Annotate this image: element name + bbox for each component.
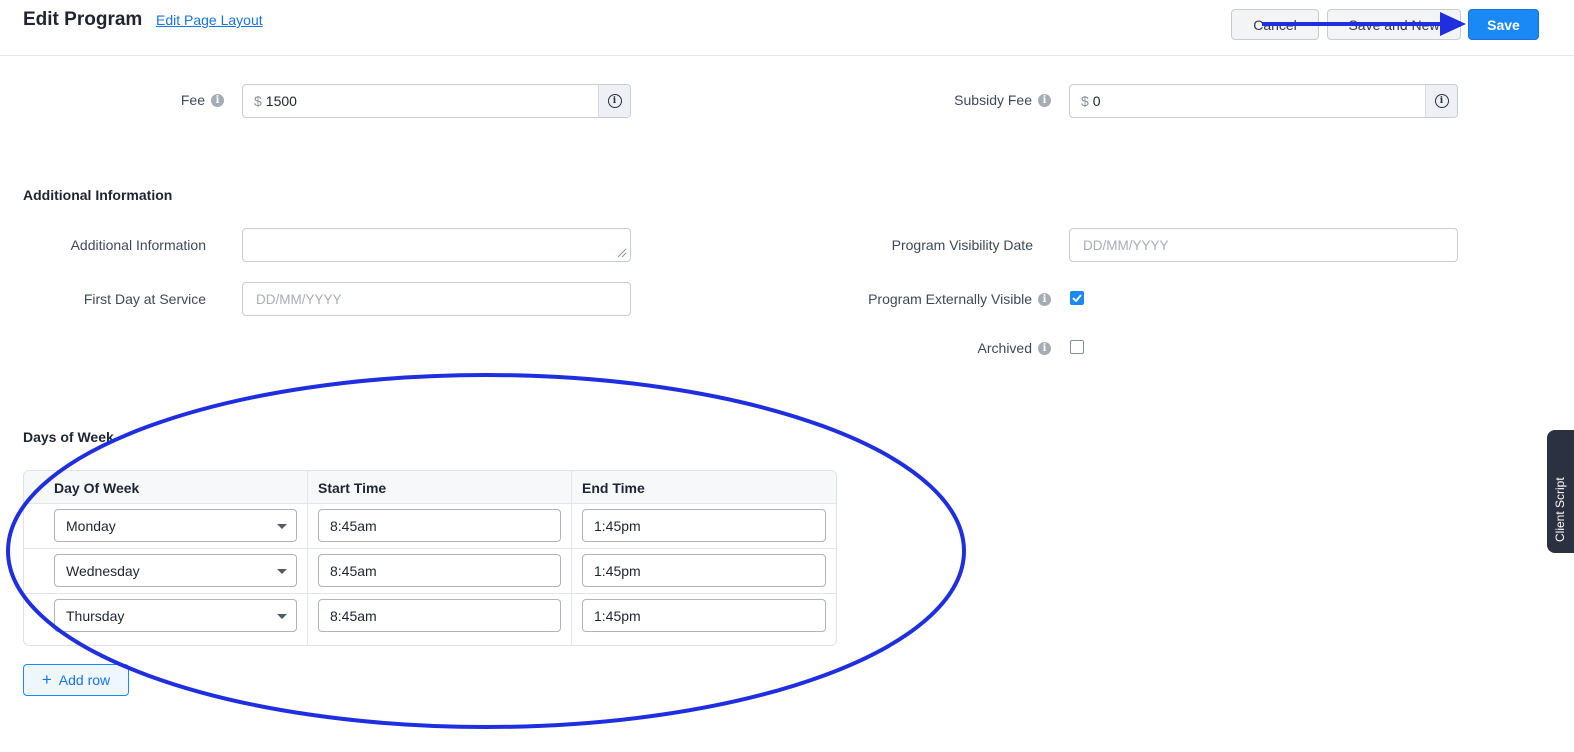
archived-label: Archived i	[978, 340, 1051, 356]
archived-label-text: Archived	[977, 340, 1032, 356]
externally-visible-label: Program Externally Visible i	[868, 291, 1051, 307]
column-header-day: Day Of Week	[54, 480, 140, 496]
start-time-input-row-3[interactable]: 8:45am	[318, 599, 561, 632]
first-day-placeholder: DD/MM/YYYY	[256, 291, 342, 307]
day-select-value: Wednesday	[66, 562, 140, 579]
subsidy-fee-input[interactable]: $ 0 i	[1069, 84, 1458, 118]
additional-information-textarea[interactable]	[242, 228, 631, 262]
row-divider	[24, 548, 836, 549]
info-icon[interactable]: i	[211, 93, 224, 107]
fee-label-text: Fee	[180, 92, 205, 108]
column-divider	[307, 471, 308, 645]
edit-page-layout-link[interactable]: Edit Page Layout	[156, 12, 263, 28]
subsidy-fee-info-button[interactable]: i	[1425, 85, 1457, 117]
info-icon: i	[1434, 94, 1449, 108]
end-time-input-row-1[interactable]: 1:45pm	[582, 509, 826, 542]
fee-info-button[interactable]: i	[598, 85, 630, 117]
table-header: Day Of Week Start Time End Time	[24, 471, 836, 504]
next-section-heading-cutoff	[23, 744, 153, 752]
column-divider	[571, 471, 572, 645]
resize-handle-icon[interactable]	[617, 248, 627, 258]
day-select-row-3[interactable]: Thursday	[54, 599, 297, 632]
day-select-row-1[interactable]: Monday	[54, 509, 297, 542]
chevron-down-icon	[277, 524, 287, 529]
fee-label: Fee i	[181, 92, 224, 108]
subsidy-fee-value: 0	[1092, 93, 1101, 109]
fee-value: 1500	[265, 93, 297, 109]
visibility-date-placeholder: DD/MM/YYYY	[1083, 237, 1169, 253]
save-button[interactable]: Save	[1468, 9, 1539, 40]
add-row-button[interactable]: + Add row	[23, 664, 129, 696]
row-divider	[24, 593, 836, 594]
info-icon: i	[607, 94, 622, 108]
cancel-button[interactable]: Cancel	[1231, 9, 1319, 40]
end-time-input-row-2[interactable]: 1:45pm	[582, 554, 826, 587]
info-icon[interactable]: i	[1038, 292, 1051, 306]
fee-input[interactable]: $ 1500 i	[242, 84, 631, 118]
page-title: Edit Program	[23, 9, 143, 30]
currency-prefix: $	[1081, 93, 1089, 109]
day-select-value: Thursday	[66, 607, 125, 624]
add-row-label: Add row	[58, 672, 111, 688]
end-time-input-row-3[interactable]: 1:45pm	[582, 599, 826, 632]
first-day-input[interactable]: DD/MM/YYYY	[242, 282, 631, 316]
start-time-input-row-1[interactable]: 8:45am	[318, 509, 561, 542]
start-time-input-row-2[interactable]: 8:45am	[318, 554, 561, 587]
archived-checkbox[interactable]	[1070, 340, 1084, 354]
check-icon	[1072, 294, 1082, 302]
program-visibility-date-input[interactable]: DD/MM/YYYY	[1069, 228, 1458, 262]
column-header-start-time: Start Time	[318, 480, 387, 496]
currency-prefix: $	[254, 93, 262, 109]
day-select-value: Monday	[66, 517, 116, 534]
plus-icon: +	[41, 670, 52, 689]
day-select-row-2[interactable]: Wednesday	[54, 554, 297, 587]
days-of-week-heading: Days of Week	[23, 429, 114, 445]
chevron-down-icon	[277, 569, 287, 574]
program-visibility-date-label: Program Visibility Date	[891, 237, 1033, 253]
client-script-tab[interactable]: Client Script	[1547, 430, 1574, 553]
info-icon[interactable]: i	[1038, 341, 1051, 355]
externally-visible-checkbox[interactable]	[1070, 291, 1084, 305]
save-and-new-button[interactable]: Save and New	[1327, 9, 1461, 40]
first-day-label: First Day at Service	[83, 291, 206, 307]
subsidy-fee-label-text: Subsidy Fee	[954, 92, 1032, 108]
client-script-label: Client Script	[1553, 477, 1567, 542]
page-header: Edit Program Edit Page Layout Cancel Sav…	[0, 0, 1574, 56]
days-of-week-table: Day Of Week Start Time End Time Monday 8…	[23, 470, 837, 646]
column-header-end-time: End Time	[582, 480, 645, 496]
subsidy-fee-label: Subsidy Fee i	[954, 92, 1051, 108]
externally-visible-label-text: Program Externally Visible	[868, 291, 1032, 307]
additional-information-heading: Additional Information	[23, 187, 173, 203]
additional-information-label: Additional Information	[70, 237, 206, 253]
chevron-down-icon	[277, 614, 287, 619]
info-icon[interactable]: i	[1038, 93, 1051, 107]
